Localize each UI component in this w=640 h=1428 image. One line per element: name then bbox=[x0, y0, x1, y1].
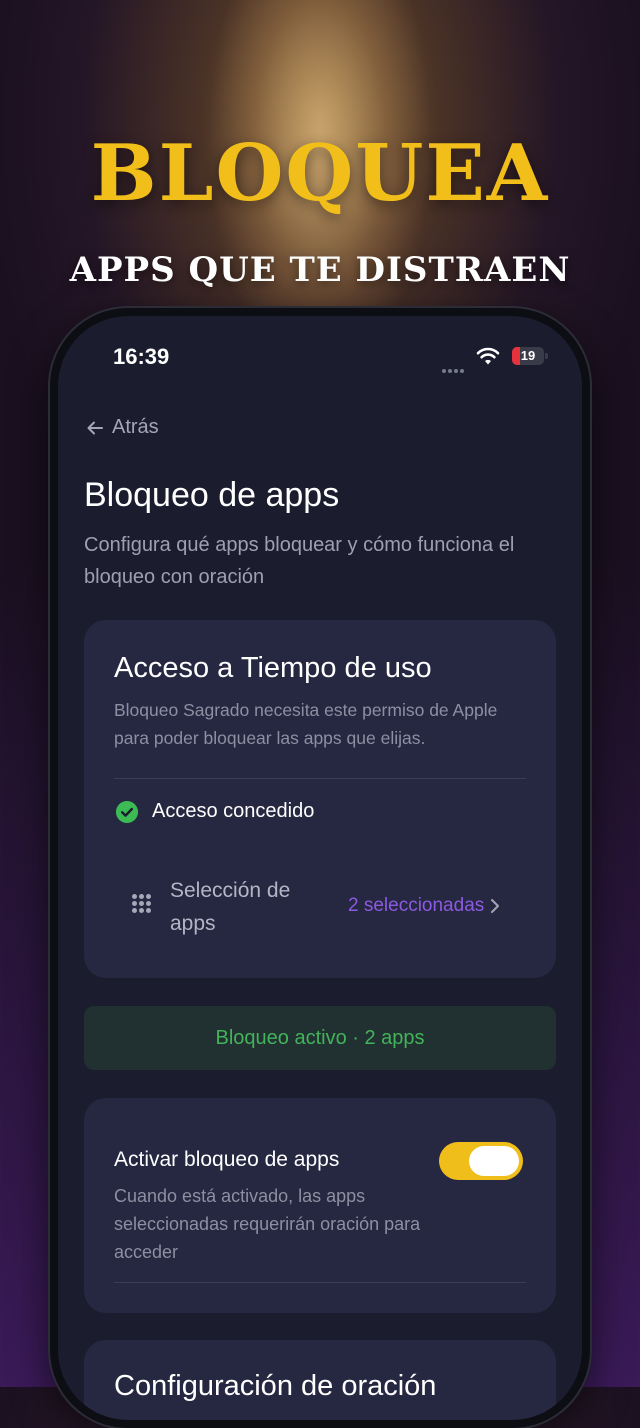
screen-time-title: Acceso a Tiempo de uso bbox=[114, 652, 432, 684]
prayer-config-card: Configuración de oración bbox=[84, 1340, 556, 1420]
hero-title: BLOQUEA bbox=[90, 128, 550, 219]
card-divider bbox=[114, 778, 526, 779]
battery-tip bbox=[545, 353, 548, 359]
signal-dots-icon bbox=[442, 360, 468, 373]
phone-screen: 16:39 19 Atrás Bloqueo de apps Configura… bbox=[58, 316, 582, 1420]
access-status: Acceso concedido bbox=[152, 800, 315, 822]
battery-level: 19 bbox=[520, 348, 536, 363]
phone-frame: 16:39 19 Atrás Bloqueo de apps Configura… bbox=[50, 308, 590, 1428]
chevron-right-icon bbox=[491, 899, 500, 913]
block-toggle-card: Activar bloqueo de apps Cuando está acti… bbox=[84, 1098, 556, 1313]
hero-subtitle: APPS QUE TE DISTRAEN bbox=[69, 250, 571, 290]
arrow-left-icon bbox=[87, 421, 103, 434]
grid-icon bbox=[132, 894, 156, 918]
app-selection-label: Selección de apps bbox=[170, 879, 291, 935]
screen-time-description: Bloqueo Sagrado necesita este permiso de… bbox=[114, 700, 498, 748]
block-status-banner: Bloqueo activo · 2 apps bbox=[84, 1006, 556, 1070]
wifi-icon bbox=[476, 347, 500, 365]
page-subtitle: Configura qué apps bloquear y cómo funci… bbox=[84, 534, 515, 588]
card-divider bbox=[114, 1282, 526, 1283]
selected-count: 2 seleccionadas bbox=[348, 895, 485, 916]
toggle-description: Cuando está activado, las apps seleccion… bbox=[114, 1186, 421, 1262]
app-selection-value[interactable]: 2 seleccionadas bbox=[348, 895, 500, 917]
status-time: 16:39 bbox=[113, 344, 170, 369]
battery-icon: 19 bbox=[512, 347, 544, 365]
check-circle-icon bbox=[116, 801, 138, 823]
page-title: Bloqueo de apps bbox=[84, 476, 340, 514]
toggle-knob bbox=[469, 1146, 519, 1176]
back-button[interactable]: Atrás bbox=[86, 416, 159, 439]
screen-time-card: Acceso a Tiempo de uso Bloqueo Sagrado n… bbox=[84, 620, 556, 978]
toggle-label: Activar bloqueo de apps bbox=[114, 1148, 340, 1171]
block-apps-toggle[interactable] bbox=[439, 1142, 523, 1180]
back-label: Atrás bbox=[112, 416, 159, 438]
